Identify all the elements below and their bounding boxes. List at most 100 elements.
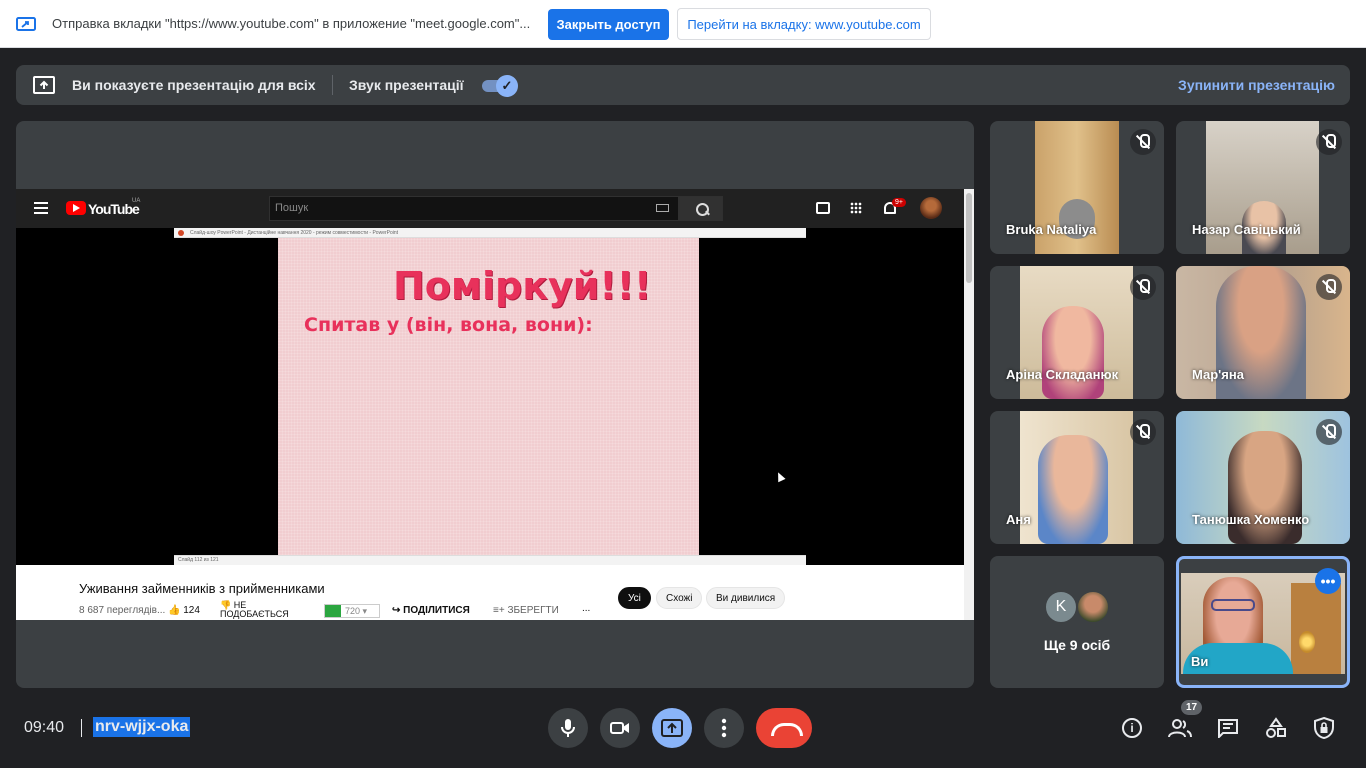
participant-figure (1038, 435, 1108, 544)
participant-tile[interactable]: Аня (990, 411, 1164, 544)
participant-tile[interactable]: Мар'яна (1176, 266, 1350, 399)
chat-icon (1218, 719, 1238, 738)
notifications-badge: 9+ (892, 198, 906, 207)
mic-off-icon (1316, 129, 1342, 155)
host-controls-button[interactable] (1312, 716, 1336, 740)
slide-letterbox-left (174, 238, 278, 555)
hamburger-menu-icon[interactable] (34, 202, 48, 214)
people-count-badge: 17 (1181, 700, 1203, 715)
search-icon[interactable] (679, 196, 723, 221)
self-name: Ви (1191, 654, 1209, 669)
presentation-sound-label: Звук презентації (349, 77, 464, 93)
tab-share-icon (16, 17, 36, 31)
youtube-logo-icon[interactable] (66, 201, 86, 215)
quality-dropdown[interactable]: 720 ▾ (324, 604, 380, 618)
meeting-details-button[interactable]: i (1120, 716, 1144, 740)
present-screen-icon (33, 76, 55, 94)
self-tile[interactable]: ••• Ви (1176, 556, 1350, 688)
video-title: Уживання займенників з прийменниками (79, 581, 325, 596)
page-scrollbar[interactable] (964, 189, 974, 620)
shapes-icon (1266, 717, 1286, 738)
camera-button[interactable] (600, 708, 640, 748)
save-button[interactable]: ≡+ ЗБЕРЕГТИ (493, 605, 559, 616)
sharing-infobar: Отправка вкладки "https://www.youtube.co… (0, 0, 1366, 48)
presenting-text: Ви показуєте презентацію для всіх (72, 77, 316, 93)
dislike-button[interactable]: 👎 НЕ ПОДОБАЄТЬСЯ (220, 601, 300, 619)
bottom-bar: 09:40 nrv-wjjx-oka i 17 (0, 700, 1366, 768)
participant-tile[interactable]: Танюшка Хоменко (1176, 411, 1350, 544)
microphone-button[interactable] (548, 708, 588, 748)
participant-name: Мар'яна (1192, 367, 1244, 382)
participant-figure (1228, 431, 1302, 544)
participant-name: Bruka Nataliya (1006, 222, 1097, 237)
more-options-button[interactable] (704, 708, 744, 748)
activities-button[interactable] (1264, 716, 1288, 740)
mic-off-icon (1130, 419, 1156, 445)
slide-subtitle: Спитав у (він, вона, вони): (304, 314, 593, 336)
close-access-button[interactable]: Закрыть доступ (548, 9, 669, 40)
chip-related[interactable]: Схожі (656, 587, 703, 609)
slide-letterbox-right (699, 238, 806, 555)
participant-name: Назар Савіцький (1192, 222, 1301, 237)
participant-tile[interactable]: Bruka Nataliya (990, 121, 1164, 254)
mic-off-icon (1130, 129, 1156, 155)
people-icon (1168, 719, 1192, 738)
apps-grid-icon[interactable] (850, 202, 862, 214)
participant-video (1020, 411, 1133, 544)
mic-off-icon (1316, 274, 1342, 300)
meeting-code[interactable]: nrv-wjjx-oka (93, 717, 191, 737)
ppt-title-text: Слайд-шоу PowerPoint - Дистанційне навча… (190, 230, 399, 236)
participant-name: Танюшка Хоменко (1192, 512, 1310, 527)
participant-figure (1042, 306, 1104, 399)
slide: Поміркуй!!! Спитав у (він, вона, вони): (278, 238, 699, 555)
like-button[interactable]: 👍 124 (168, 605, 200, 616)
share-button[interactable]: ↪ ПОДІЛИТИСЯ (392, 605, 470, 616)
presentation-banner: Ви показуєте презентацію для всіх Звук п… (16, 65, 1350, 105)
view-count: 8 687 переглядів... (79, 605, 166, 616)
more-options-icon[interactable]: ••• (1315, 568, 1341, 594)
check-icon: ✓ (496, 75, 518, 97)
participant-tile[interactable]: Назар Савіцький (1176, 121, 1350, 254)
shared-screen: YouTube UA Пошук 9+ Слайд-шоу PowerPoint… (16, 121, 974, 688)
door (1291, 583, 1341, 674)
goto-tab-button[interactable]: Перейти на вкладку: www.youtube.com (677, 8, 931, 40)
create-video-icon[interactable] (816, 202, 830, 214)
stop-presentation-button[interactable]: Зупинити презентацію (1178, 77, 1335, 93)
participant-name: Аріна Складанюк (1006, 367, 1119, 382)
chat-button[interactable] (1216, 716, 1240, 740)
quality-value: 720 (345, 606, 361, 616)
video-player[interactable]: Слайд-шоу PowerPoint - Дистанційне навча… (16, 228, 964, 565)
people-button[interactable] (1168, 716, 1192, 740)
powerpoint-window: Слайд-шоу PowerPoint - Дистанційне навча… (174, 228, 806, 565)
participant-tile[interactable]: Аріна Складанюк (990, 266, 1164, 399)
info-icon: i (1122, 718, 1142, 738)
youtube-avatar[interactable] (920, 197, 942, 219)
end-call-button[interactable] (756, 708, 812, 748)
present-now-button[interactable] (652, 708, 692, 748)
like-count: 124 (183, 605, 200, 616)
chip-watched[interactable]: Ви дивилися (706, 587, 786, 609)
presentation-sound-toggle[interactable]: ✓ (482, 75, 518, 97)
ppt-title-bar: Слайд-шоу PowerPoint - Дистанційне навча… (174, 228, 806, 238)
ppt-status-bar: Слайд 112 из 121 (174, 555, 806, 565)
camera-icon (610, 722, 629, 734)
lamp (1299, 631, 1315, 653)
more-actions-icon[interactable]: ... (582, 603, 590, 614)
present-screen-icon (661, 719, 683, 737)
video-info: Уживання займенників з прийменниками 8 6… (16, 565, 964, 620)
scrollbar-thumb[interactable] (966, 193, 972, 283)
bottom-divider (81, 719, 82, 737)
more-participants-tile[interactable]: K Ще 9 осіб (990, 556, 1164, 688)
chip-all[interactable]: Усі (618, 587, 651, 609)
microphone-icon (561, 719, 575, 737)
banner-divider (332, 75, 333, 95)
more-participants-label: Ще 9 осіб (1043, 637, 1111, 653)
shield-lock-icon (1314, 717, 1334, 739)
avatar: K (1044, 590, 1078, 624)
youtube-search-input[interactable]: Пошук (269, 196, 679, 221)
avatar (1076, 590, 1110, 624)
slide-title: Поміркуй!!! (393, 264, 652, 308)
glasses (1211, 599, 1255, 611)
keyboard-icon[interactable] (656, 204, 669, 212)
more-vert-icon (721, 718, 727, 738)
